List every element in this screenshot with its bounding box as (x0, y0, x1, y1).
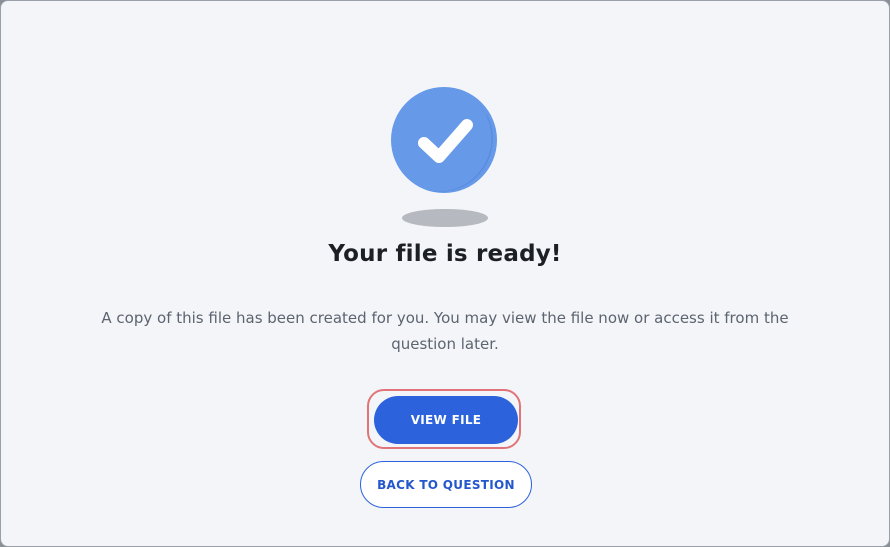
dialog-title: Your file is ready! (328, 241, 562, 267)
file-ready-dialog: Your file is ready! A copy of this file … (0, 0, 890, 547)
check-circle-icon (390, 87, 498, 229)
back-to-question-button[interactable]: BACK TO QUESTION (360, 461, 532, 508)
view-file-button[interactable]: VIEW FILE (374, 396, 518, 444)
dialog-message: A copy of this file has been created for… (101, 309, 789, 353)
